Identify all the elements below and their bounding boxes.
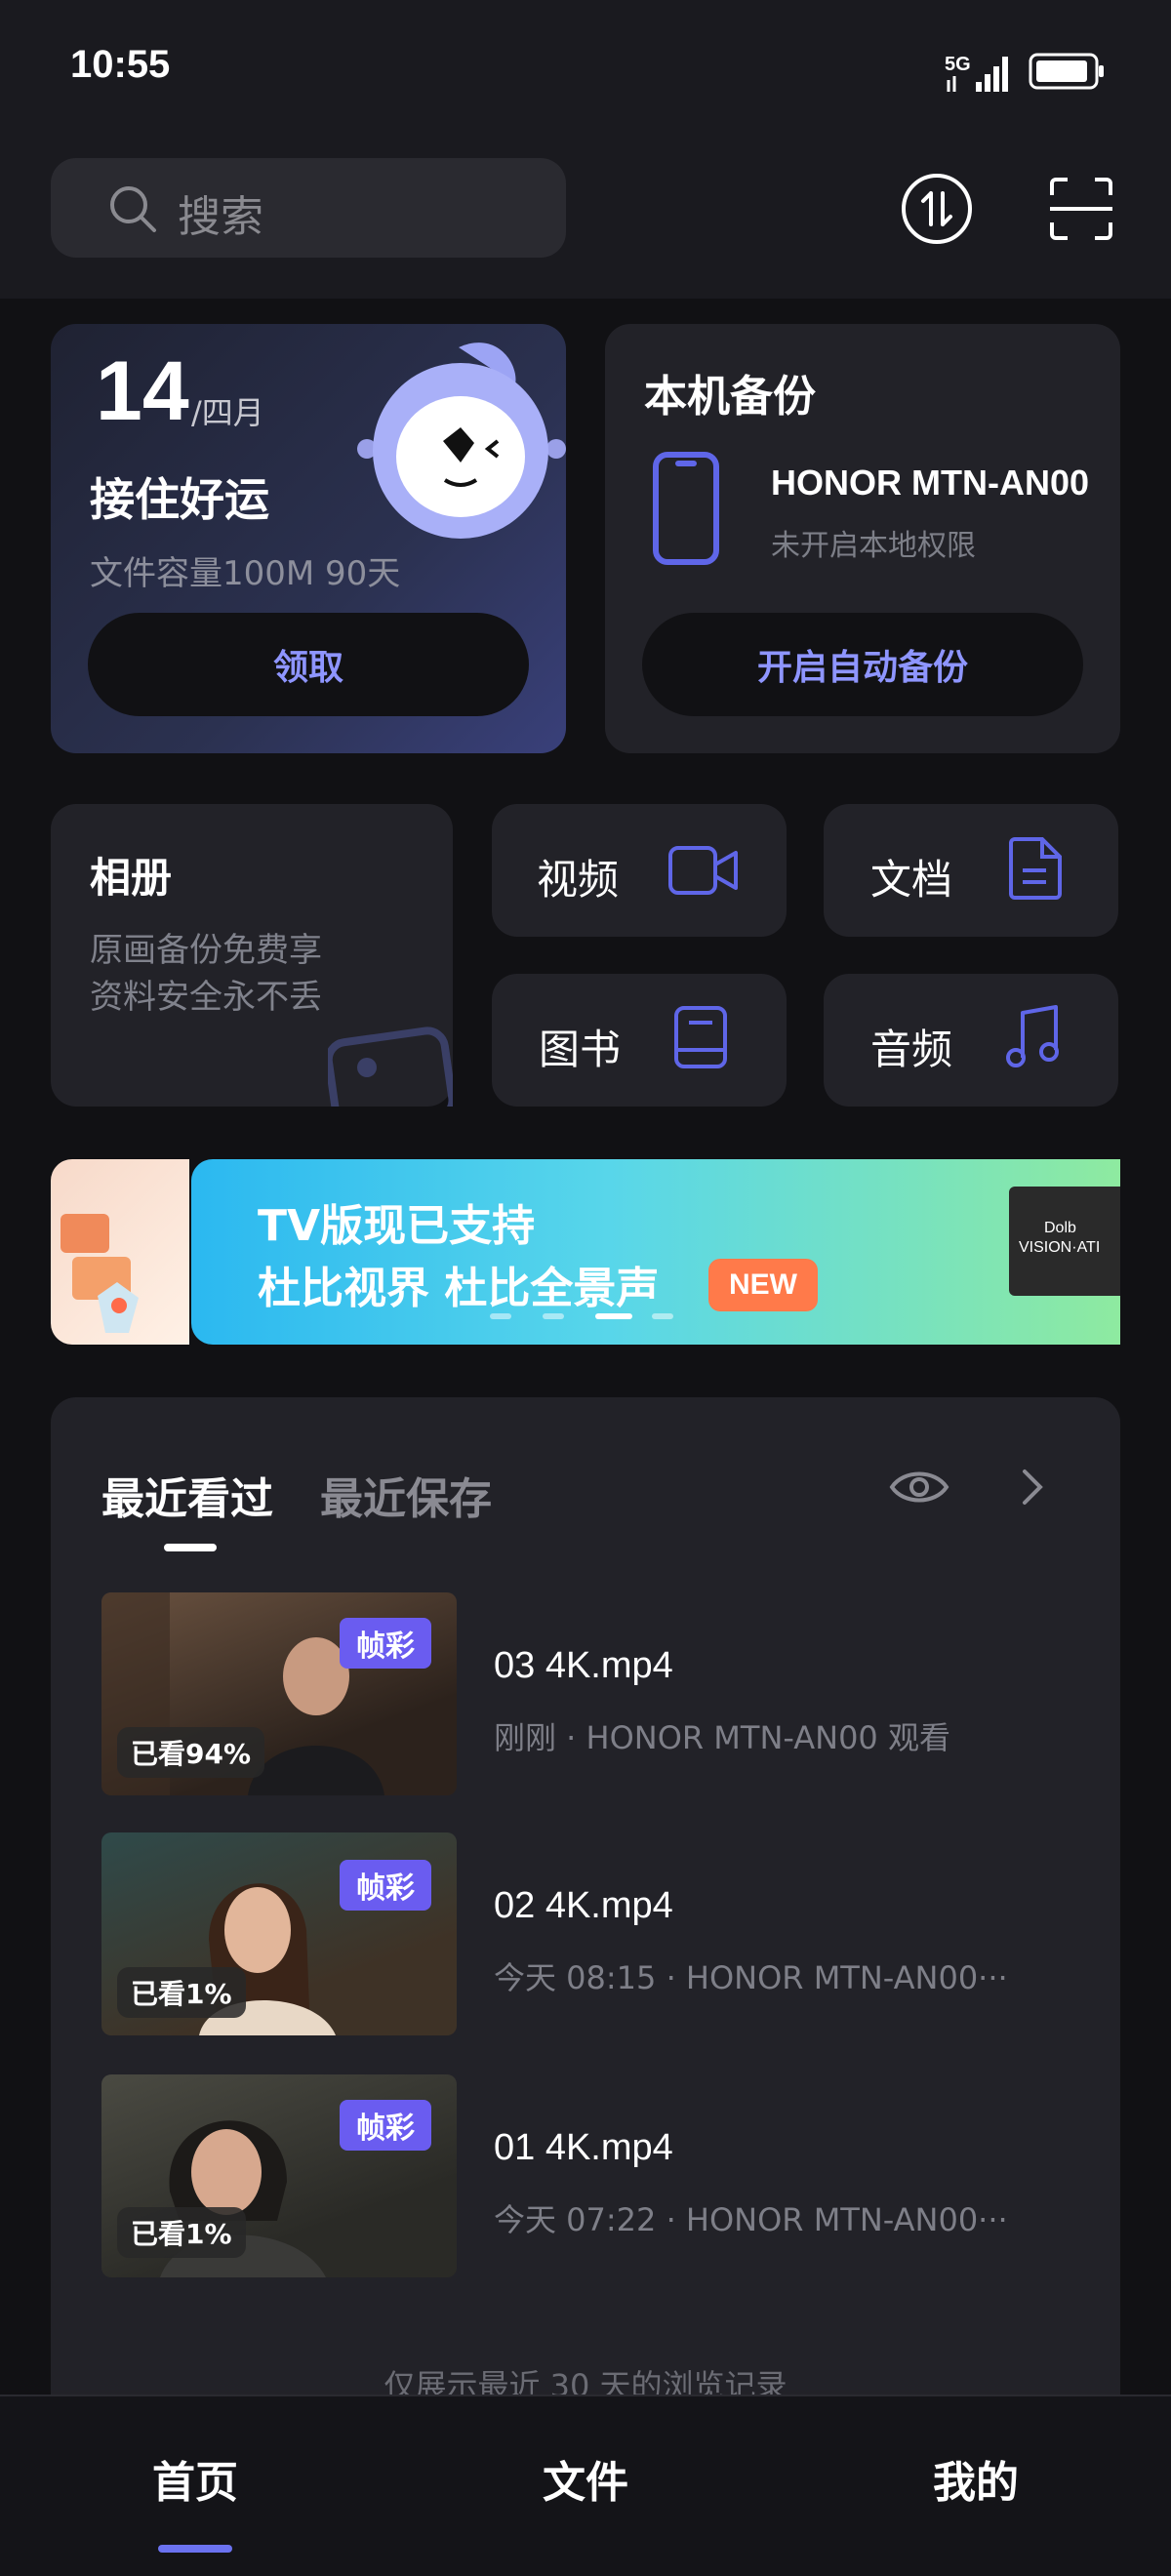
auto-backup-button[interactable]: 开启自动备份 (642, 613, 1083, 716)
battery-icon (1029, 53, 1107, 94)
banner-headline-line1: TV版现已支持 (258, 1201, 536, 1251)
signal-icon: 5G (945, 49, 1015, 98)
banner-previous-slide[interactable] (51, 1159, 189, 1345)
document-tile[interactable] (824, 804, 1118, 937)
music-icon (1005, 1003, 1062, 1075)
frame-color-badge: 帧彩 (340, 1618, 431, 1669)
video-icon (667, 845, 740, 900)
album-description-line1: 原画备份免费享 (90, 931, 322, 970)
device-status: 未开启本地权限 (771, 529, 976, 563)
transfer-icon (921, 191, 952, 226)
search-placeholder: 搜索 (178, 192, 263, 242)
nav-active-indicator (158, 2545, 232, 2553)
video-label: 视频 (537, 856, 620, 904)
chevron-right-icon[interactable] (1019, 1468, 1046, 1510)
scan-icon (1050, 178, 1112, 240)
album-description-line2: 资料安全永不丢 (90, 978, 322, 1017)
banner-headline-line2: 杜比视界 杜比全景声 (258, 1264, 660, 1313)
dolby-vision-text: VISION·ATI (1019, 1239, 1101, 1256)
claim-button[interactable]: 领取 (88, 613, 529, 716)
eye-icon[interactable] (888, 1464, 950, 1514)
music-tile[interactable] (824, 974, 1118, 1107)
status-time: 10:55 (70, 43, 171, 86)
frame-color-badge: 帧彩 (340, 2100, 431, 2151)
promo-day: 14 (96, 344, 189, 438)
scan-button[interactable] (1048, 176, 1114, 242)
book-label: 图书 (539, 1026, 622, 1073)
book-tile[interactable] (492, 974, 787, 1107)
backup-title: 本机备份 (644, 372, 816, 422)
file-name: 02 4K.mp4 (494, 1885, 673, 1926)
album-image-icon (324, 1021, 457, 1134)
tab-recently-viewed[interactable]: 最近看过 (101, 1464, 273, 1526)
file-name: 03 4K.mp4 (494, 1645, 673, 1686)
banner-dot-active (595, 1313, 632, 1319)
nav-home[interactable]: 首页 (152, 2447, 238, 2510)
phone-icon (652, 451, 720, 570)
promo-subtitle: 文件容量100M 90天 (90, 554, 401, 593)
document-label: 文档 (870, 856, 953, 904)
watched-progress-badge: 已看94% (117, 1727, 265, 1778)
network-label: 5G (945, 54, 971, 75)
banner-new-badge: NEW (708, 1259, 818, 1311)
file-meta: 今天 08:15 · HONOR MTN-AN00··· (494, 1959, 1008, 1996)
file-meta: 刚刚 · HONOR MTN-AN00 观看 (494, 1719, 950, 1756)
banner-dot (543, 1313, 564, 1319)
transfer-button[interactable] (902, 174, 972, 244)
tab-indicator (164, 1544, 217, 1551)
document-icon (1007, 835, 1064, 906)
frame-color-badge: 帧彩 (340, 1860, 431, 1911)
watched-progress-badge: 已看1% (117, 1967, 246, 2018)
file-meta: 今天 07:22 · HONOR MTN-AN00··· (494, 2201, 1008, 2238)
tab-recently-saved[interactable]: 最近保存 (320, 1464, 492, 1526)
album-title: 相册 (90, 854, 173, 902)
dolby-logo-text: Dolb (1044, 1220, 1076, 1236)
promo-title: 接住好运 (90, 473, 269, 526)
banner-dot (652, 1313, 673, 1319)
book-icon (673, 1005, 728, 1073)
file-name: 01 4K.mp4 (494, 2127, 673, 2168)
gift-illustration-icon (61, 1214, 139, 1333)
device-name: HONOR MTN-AN00 (771, 463, 1090, 503)
mascot-icon (351, 336, 572, 544)
search-icon (107, 183, 160, 240)
banner-dot (490, 1313, 511, 1319)
nav-files[interactable]: 文件 (543, 2447, 628, 2510)
music-label: 音频 (870, 1026, 953, 1073)
watched-progress-badge: 已看1% (117, 2207, 246, 2258)
nav-mine[interactable]: 我的 (933, 2447, 1019, 2510)
promo-month: /四月 (191, 394, 264, 431)
